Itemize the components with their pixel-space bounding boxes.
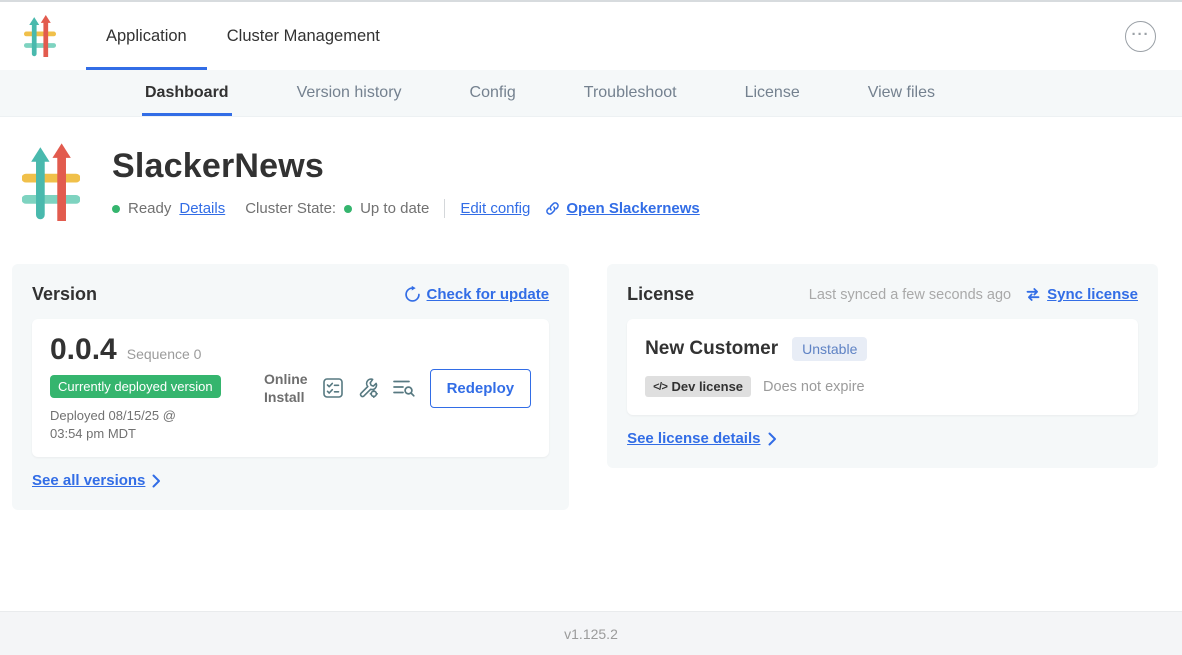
tab-troubleshoot[interactable]: Troubleshoot xyxy=(584,70,677,116)
page-title: SlackerNews xyxy=(112,147,700,186)
install-type-line2: Install xyxy=(264,388,308,406)
tab-license[interactable]: License xyxy=(745,70,800,116)
tab-dashboard-label: Dashboard xyxy=(145,84,229,102)
edit-config-link[interactable]: Edit config xyxy=(460,200,530,217)
app-status-label: Ready xyxy=(128,200,171,217)
ellipsis-icon: ··· xyxy=(1132,27,1150,42)
top-navbar: Application Cluster Management ··· xyxy=(0,2,1182,70)
deploy-logs-icon[interactable] xyxy=(392,378,416,398)
tab-cluster-management[interactable]: Cluster Management xyxy=(207,2,400,70)
check-for-update-label: Check for update xyxy=(427,286,550,303)
tab-application[interactable]: Application xyxy=(86,2,207,70)
dashboard-cards: Version Check for update 0.0.4 Sequence xyxy=(12,264,1158,510)
tab-config-label: Config xyxy=(470,84,516,102)
last-synced-text: Last synced a few seconds ago xyxy=(809,287,1011,303)
cluster-state-dot xyxy=(344,205,352,213)
sync-license-label: Sync license xyxy=(1047,286,1138,303)
tab-view-files-label: View files xyxy=(868,84,935,102)
license-card: License Last synced a few seconds ago Sy… xyxy=(607,264,1158,468)
channel-badge: Unstable xyxy=(792,337,867,361)
version-number: 0.0.4 xyxy=(50,333,117,367)
vertical-divider xyxy=(444,199,445,218)
hash-arrows-logo xyxy=(24,15,56,57)
tab-license-label: License xyxy=(745,84,800,102)
version-card: Version Check for update 0.0.4 Sequence xyxy=(12,264,569,510)
see-license-details-label: See license details xyxy=(627,430,760,447)
deployed-status-badge: Currently deployed version xyxy=(50,375,221,398)
footer: v1.125.2 xyxy=(0,611,1182,655)
tab-application-label: Application xyxy=(106,27,187,46)
tab-version-history[interactable]: Version history xyxy=(297,70,402,116)
more-menu-button[interactable]: ··· xyxy=(1125,21,1156,52)
chevron-right-icon xyxy=(152,474,161,488)
app-subnav: Dashboard Version history Config Trouble… xyxy=(0,70,1182,117)
tab-dashboard[interactable]: Dashboard xyxy=(145,70,229,116)
chevron-right-icon xyxy=(768,432,777,446)
tab-view-files[interactable]: View files xyxy=(868,70,935,116)
app-header: SlackerNews Ready Details Cluster State:… xyxy=(12,143,1158,226)
open-app-link[interactable]: Open Slackernews xyxy=(544,200,699,217)
sync-license-link[interactable]: Sync license xyxy=(1025,286,1138,303)
edit-config-icon[interactable] xyxy=(357,377,379,399)
install-type-label: Online Install xyxy=(264,370,308,406)
app-icon xyxy=(22,143,80,226)
app-status-dot xyxy=(112,205,120,213)
see-all-versions-label: See all versions xyxy=(32,472,145,489)
main-content: SlackerNews Ready Details Cluster State:… xyxy=(0,117,1182,611)
tab-cluster-management-label: Cluster Management xyxy=(227,27,380,46)
license-panel: New Customer Unstable </> Dev license Do… xyxy=(627,319,1138,415)
release-notes-icon[interactable] xyxy=(322,377,344,399)
see-license-details-link[interactable]: See license details xyxy=(627,430,776,447)
refresh-icon xyxy=(404,286,421,303)
admin-console-page: Application Cluster Management ··· Dashb… xyxy=(0,0,1182,655)
open-app-label: Open Slackernews xyxy=(566,200,699,217)
license-expiry: Does not expire xyxy=(763,379,865,395)
current-version-panel: 0.0.4 Sequence 0 Currently deployed vers… xyxy=(32,319,549,457)
sync-icon xyxy=(1025,287,1041,302)
tab-version-history-label: Version history xyxy=(297,84,402,102)
status-row: Ready Details Cluster State: Up to date … xyxy=(112,199,700,218)
code-icon: </> xyxy=(653,381,667,393)
version-card-title: Version xyxy=(32,284,97,305)
see-all-versions-link[interactable]: See all versions xyxy=(32,472,161,489)
cluster-state-label: Cluster State: xyxy=(245,200,336,217)
check-for-update-link[interactable]: Check for update xyxy=(404,286,550,303)
version-action-icons xyxy=(322,377,416,399)
hash-arrows-logo-large xyxy=(22,143,80,221)
top-nav-tabs: Application Cluster Management xyxy=(86,2,400,70)
license-card-title: License xyxy=(627,284,694,305)
link-icon xyxy=(544,200,561,217)
install-type-line1: Online xyxy=(264,370,308,388)
customer-name: New Customer xyxy=(645,338,778,360)
console-version: v1.125.2 xyxy=(564,626,618,642)
license-type-label: Dev license xyxy=(671,379,743,394)
deployed-timestamp: Deployed 08/15/25 @ 03:54 pm MDT xyxy=(50,407,212,443)
tab-troubleshoot-label: Troubleshoot xyxy=(584,84,677,102)
sequence-label: Sequence 0 xyxy=(127,346,202,362)
redeploy-button[interactable]: Redeploy xyxy=(430,369,532,408)
tab-config[interactable]: Config xyxy=(470,70,516,116)
details-link[interactable]: Details xyxy=(179,200,225,217)
cluster-state-value: Up to date xyxy=(360,200,429,217)
app-logo-icon[interactable] xyxy=(24,15,56,57)
license-type-badge: </> Dev license xyxy=(645,376,751,397)
